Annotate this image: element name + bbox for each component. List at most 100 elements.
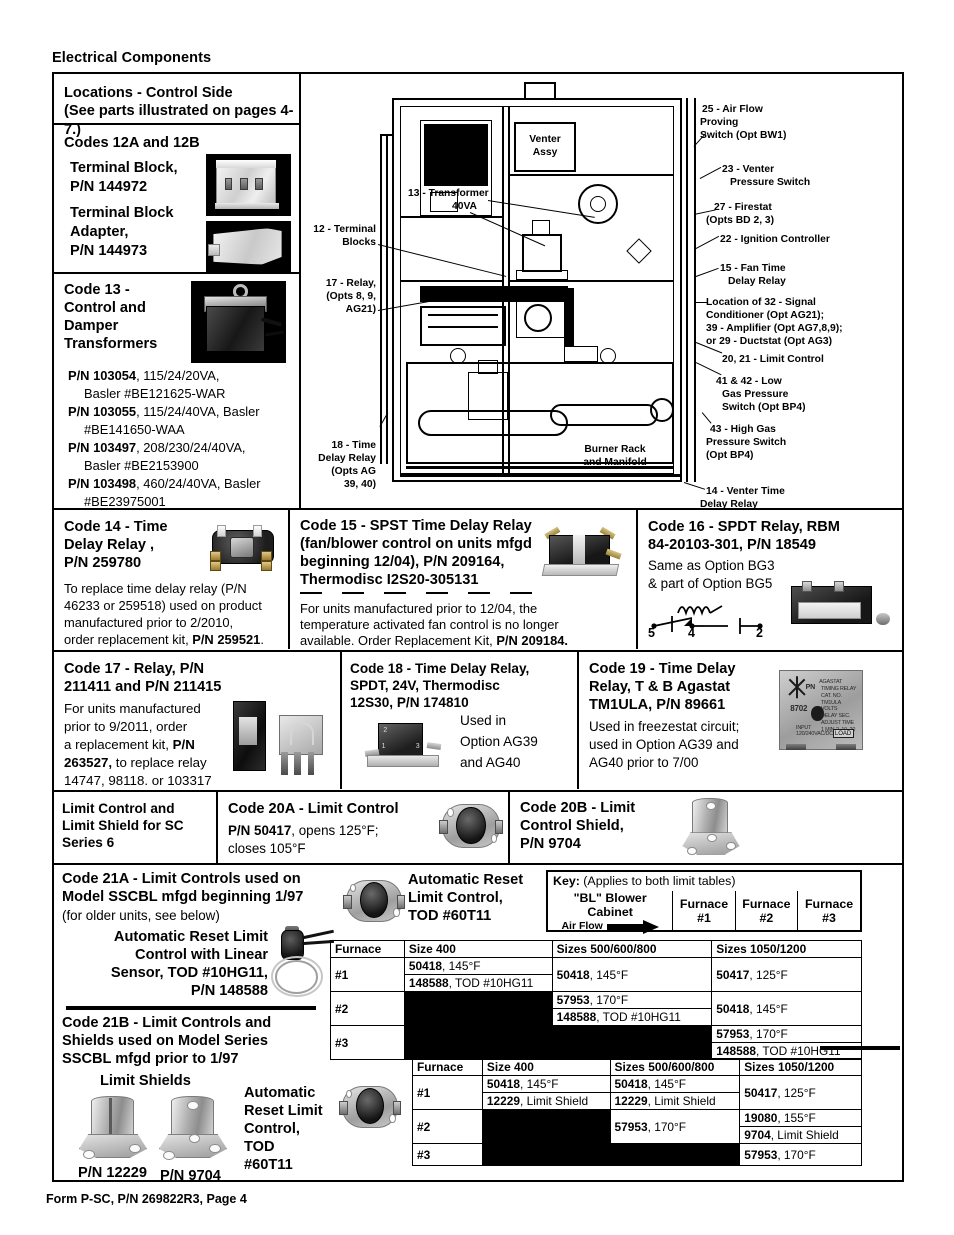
code-16-schematic: 5 4 2 [648,596,778,642]
document-page: Electrical Components Form P-SC, P/N 269… [0,0,954,1235]
divider-18-19 [577,651,580,789]
t21a-r1-furnace: #1 [330,957,405,992]
code-20b-title-line2: Control Shield, [520,818,624,834]
code-14-title-line1: Code 14 - Time [64,519,168,535]
code-21a-part-line1: Automatic Reset Limit [113,929,268,945]
linear-sensor-limit-photo [268,924,338,1000]
code-20b-shield-photo [680,794,742,860]
shelf-line-2 [400,280,502,282]
code-14-body-line4-a: order replacement kit, [64,632,193,647]
t21a-r1-size1050: 50417, 125°F [711,957,862,992]
t21b-r2-furnace-label: #2 [417,1119,431,1134]
t21b-r1-c1-t2: , Limit Shield [520,1094,589,1108]
t21b-r2-size1050: 19080, 155°F 9704, Limit Shield [739,1109,862,1144]
t21a-r1-c2-t: , 145°F [589,967,629,982]
divider-code-21b [66,1006,316,1010]
locations-header: Locations - Control Side (See parts illu… [54,74,300,138]
t21a-r2-c3-pn: 50418 [716,1001,750,1016]
terminal-block-photo [206,154,291,216]
code-17-body-line1: For units manufactured [64,701,201,716]
leader-22 [695,235,720,250]
label-25-line3: Switch (Opt BW1) [700,130,787,141]
t21b-r3-c3-t: , 170°F [777,1147,816,1162]
code-21b-auto-line1: Automatic [244,1085,316,1101]
table-row: #2 57953, 170°F 19080, 155°F 9704, Limit… [412,1109,862,1144]
key-blower-line1: "BL" Blower [573,891,647,905]
label-22: 22 - Ignition Controller [720,234,830,245]
t21a-h-size500: Sizes 500/600/800 [551,940,713,958]
label-25-line2: Proving [700,117,739,128]
code-15-separator [300,592,550,594]
t21b-r1-size1050: 50417, 125°F [739,1075,862,1110]
code-12a-label-line2: P/N 144972 [70,179,148,195]
t21b-r1-c1-pn2: 12229 [486,1094,520,1108]
label-18-time-delay-line3: (Opts AG [331,466,376,477]
page-footer: Form P-SC, P/N 269822R3, Page 4 [46,1192,247,1206]
fastener-plate [564,346,598,362]
code-15-title-line3: beginning 12/04), P/N 209164, [300,554,505,570]
code-21a-panel: Code 21A - Limit Controls used on Model … [56,866,338,1000]
label-12-terminal-blocks-line2: Blocks [342,237,376,248]
code-21b-shield2-pn: P/N 9704 [160,1168,221,1184]
right-rail-outer [686,98,688,482]
left-rail-top [380,134,394,136]
code-21b-shields-label: Limit Shields [100,1073,191,1089]
code-14-body-line1: To replace time delay relay (P/N [64,581,247,596]
code-13-title-line4: Transformers [64,336,158,352]
code-18-body-line1: Used in [460,713,507,728]
schematic-terminal-2: 2 [756,626,763,640]
code-13-part-3-pn: P/N 103497 [68,440,137,456]
code-14-title-line2: Delay Relay , [64,537,155,553]
code-16-body-line2: & part of Option BG5 [648,576,773,591]
control-panel-fill [424,124,488,186]
t21b-h-size500: Sizes 500/600/800 [609,1058,741,1076]
code-21b-title-line2: Shields used on Model Series [62,1033,268,1049]
t21a-r1-c1-pn2: 148588 [408,976,449,990]
hood-base-line [507,98,587,101]
label-17-relay-line2: (Opts 8, 9, [326,291,376,302]
code-16-title-line2: 84-20103-301, P/N 18549 [648,537,816,553]
t21b-r1-c2-pn2: 12229 [614,1094,648,1108]
code-13-part-4-pn: P/N 103498 [68,476,137,492]
code-19-agastat-photo: AGASTAT TIMING RELAY CAT. NO. TM1ULA VOLTS D… [773,664,869,756]
t21a-h-size1050: Sizes 1050/1200 [711,940,862,958]
label-burner-rack-line1: Burner Rack [584,444,646,455]
label-23-line2: Pressure Switch [730,177,811,188]
air-flow-arrow-icon [606,919,659,934]
table-row: #3 57953, 170°F [412,1143,862,1166]
divider-20a-20b [508,791,511,863]
shelf-line-4 [510,174,674,176]
code-21b-auto-line5: #60T11 [244,1157,293,1173]
limit-table-21a-wrap: Furnace Size 400 Sizes 500/600/800 Sizes… [330,940,862,1060]
key-furnace2-line2: #2 [759,911,774,926]
code-17-relay-photo [224,692,334,780]
venter-blower-hub [590,196,606,212]
t21a-r1-c3-pn: 50417 [716,967,750,982]
code-15-body-line1: For units manufactured prior to 12/04, t… [300,601,538,616]
key-airflow-label: Air Flow [561,919,603,932]
ignition-circle [524,304,552,332]
code-20a-body-line1: P/N 50417, opens 125°F; [228,822,379,840]
key-caption: Key: (Applies to both limit tables) [553,874,736,888]
label-43-line2: Pressure Switch [706,437,787,448]
code-21a-auto-reset-photo [342,872,406,930]
t21a-r1-c1-t1: , 145°F [442,959,481,973]
fastener-circle-2 [600,348,616,364]
code-20a-closes: closes 105°F [228,841,306,856]
t21b-r2-c2-t: , 170°F [647,1119,687,1134]
t21b-h-size1050: Sizes 1050/1200 [739,1058,862,1076]
table-row: #2 57953, 170°F 148588, TOD #10HG11 5041… [330,991,862,1026]
agastat-load-label: LOAD [832,729,854,738]
label-27-line1: 27 - Firestat [714,202,772,213]
code-19-title-line1: Code 19 - Time Delay [589,661,736,677]
code-21b-title-line3: SSCBL mfgd prior to 1/97 [62,1051,239,1067]
key-furnace1-line2: #1 [697,911,711,926]
code-19-title-line3: TM1ULA, P/N 89661 [589,697,726,713]
code-21b-auto-line4: TOD [244,1139,275,1155]
key-blower-line2: Cabinet [587,905,633,920]
t21b-r1-c3-pn: 50417 [744,1085,778,1100]
t21a-r3-c3-pn1: 57953 [716,1027,750,1041]
limit-sc6-line3: Series 6 [62,835,115,850]
code-21a-part-line3: Sensor, TOD #10HG11, [110,965,268,981]
t21b-r1-c1-t1: , 145°F [520,1077,559,1091]
